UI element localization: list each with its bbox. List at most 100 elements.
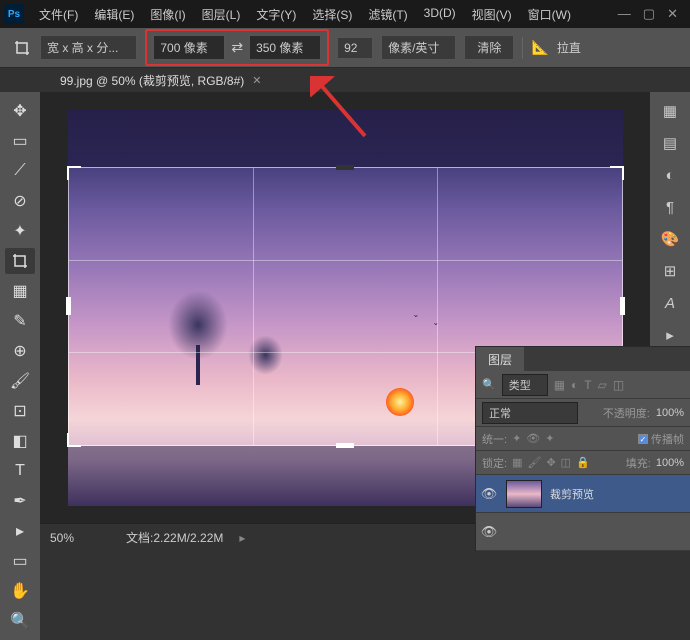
crop-handle-left[interactable]: [66, 297, 71, 315]
crop-height-input[interactable]: 350 像素: [249, 35, 321, 60]
clear-button[interactable]: 清除: [464, 35, 514, 60]
filter-type-icon[interactable]: T: [584, 378, 591, 392]
menu-image[interactable]: 图像(I): [143, 2, 192, 27]
blend-mode-select[interactable]: 正常: [482, 402, 578, 424]
lock-position-icon[interactable]: ✥: [546, 456, 555, 469]
menu-filter[interactable]: 滤镜(T): [361, 2, 414, 27]
shape-tool[interactable]: ▭: [5, 548, 35, 574]
filter-pixel-icon[interactable]: ▦: [554, 378, 565, 392]
tab-close-icon[interactable]: ✕: [252, 74, 261, 87]
magic-wand-tool[interactable]: ✦: [5, 218, 35, 244]
character-panel-icon[interactable]: A: [656, 290, 684, 316]
menu-select[interactable]: 选择(S): [305, 2, 359, 27]
actions-panel-icon[interactable]: ▸: [656, 322, 684, 348]
crop-handle-bottom[interactable]: [336, 443, 354, 448]
status-chevron-icon[interactable]: ▸: [239, 531, 245, 545]
adjustments-panel-icon[interactable]: ◐: [656, 162, 684, 188]
straighten-icon[interactable]: 📐: [531, 39, 548, 56]
lock-transparency-icon[interactable]: ▦: [512, 456, 522, 469]
filter-adjust-icon[interactable]: ◐: [571, 378, 578, 392]
eraser-tool[interactable]: ◧: [5, 428, 35, 454]
filter-shape-icon[interactable]: ▱: [598, 378, 607, 392]
type-tool[interactable]: T: [5, 458, 35, 484]
menu-3d[interactable]: 3D(D): [417, 2, 463, 27]
paragraph-panel-icon[interactable]: ¶: [656, 194, 684, 220]
menu-file[interactable]: 文件(F): [32, 2, 85, 27]
menu-type[interactable]: 文字(Y): [249, 2, 303, 27]
history-panel-icon[interactable]: ▦: [656, 98, 684, 124]
crop-preset-select[interactable]: 宽 x 高 x 分...: [40, 35, 137, 60]
lasso-tool[interactable]: ⟋: [5, 158, 35, 184]
opacity-value[interactable]: 100%: [656, 407, 684, 419]
lock-artboard-icon[interactable]: ◫: [561, 456, 571, 469]
pen-tool[interactable]: ✒: [5, 488, 35, 514]
straighten-label: 拉直: [557, 39, 581, 56]
unify-style-icon[interactable]: ✦: [545, 432, 554, 445]
menu-layer[interactable]: 图层(L): [195, 2, 248, 27]
path-select-tool[interactable]: ▸: [5, 518, 35, 544]
layers-unify-row: 统一: ✦ 👁 ✦ ✓ 传播帧: [476, 427, 690, 451]
document-info[interactable]: 文档:2.22M/2.22M: [126, 529, 223, 546]
crop-width-input[interactable]: 700 像素: [153, 35, 225, 60]
hand-tool[interactable]: ✋: [5, 578, 35, 604]
layer-row[interactable]: 👁 裁剪预览: [476, 475, 690, 513]
libraries-panel-icon[interactable]: ⊞: [656, 258, 684, 284]
resolution-input[interactable]: 92: [337, 37, 373, 59]
dimension-inputs-highlight: 700 像素 ⇄ 350 像素: [145, 29, 329, 66]
unify-position-icon[interactable]: ✦: [512, 432, 521, 445]
crop-handle-tl[interactable]: [67, 166, 81, 180]
crop-handle-bl[interactable]: [67, 433, 81, 447]
frame-tool[interactable]: ▦: [5, 278, 35, 304]
layers-blend-row: 正常 不透明度: 100%: [476, 399, 690, 427]
crop-handle-tr[interactable]: [610, 166, 624, 180]
layer-thumbnail[interactable]: [506, 480, 542, 508]
lock-all-icon[interactable]: 🔒: [576, 456, 590, 469]
crop-handle-right[interactable]: [620, 297, 625, 315]
maximize-button[interactable]: ▢: [643, 6, 655, 22]
menu-view[interactable]: 视图(V): [465, 2, 519, 27]
zoom-level[interactable]: 50%: [50, 531, 110, 545]
properties-panel-icon[interactable]: ▤: [656, 130, 684, 156]
crop-handle-top[interactable]: [336, 165, 354, 170]
opacity-label: 不透明度:: [603, 405, 650, 421]
move-tool[interactable]: ✥: [5, 98, 35, 124]
close-button[interactable]: ✕: [667, 6, 678, 22]
swatches-panel-icon[interactable]: 🎨: [656, 226, 684, 252]
filter-smart-icon[interactable]: ◫: [613, 378, 624, 392]
swap-dimensions-icon[interactable]: ⇄: [231, 39, 243, 56]
layers-panel: 图层 🔍 类型 ▦ ◐ T ▱ ◫ 正常 不透明度: 100% 统一: ✦ 👁 …: [475, 346, 690, 551]
layer-filter-kind-select[interactable]: 类型: [502, 374, 548, 396]
fill-value[interactable]: 100%: [656, 457, 684, 469]
zoom-tool[interactable]: 🔍: [5, 608, 35, 634]
quick-select-tool[interactable]: ⊘: [5, 188, 35, 214]
layer-visibility-icon[interactable]: 👁: [480, 486, 498, 502]
marquee-tool[interactable]: ▭: [5, 128, 35, 154]
unify-visibility-icon[interactable]: 👁: [526, 432, 540, 445]
crop-tool[interactable]: [5, 248, 35, 274]
crop-grid-line: [253, 168, 254, 445]
layer-name[interactable]: 裁剪预览: [550, 486, 594, 502]
layer-visibility-icon[interactable]: 👁: [480, 524, 498, 540]
propagate-checkbox[interactable]: ✓: [638, 434, 648, 444]
document-tab-title: 99.jpg @ 50% (裁剪预览, RGB/8#): [60, 72, 244, 89]
app-icon: Ps: [4, 4, 24, 24]
window-controls: — ▢ ✕: [618, 6, 686, 22]
tools-panel: ✥ ▭ ⟋ ⊘ ✦ ▦ ✎ ⊕ 🖌 ⊡ ◧ T ✒ ▸ ▭ ✋ 🔍: [0, 92, 40, 640]
layer-row[interactable]: 👁: [476, 513, 690, 551]
resolution-unit-select[interactable]: 像素/英寸: [381, 35, 456, 60]
healing-tool[interactable]: ⊕: [5, 338, 35, 364]
menu-window[interactable]: 窗口(W): [521, 2, 578, 27]
layers-tab[interactable]: 图层: [476, 347, 524, 372]
eyedropper-tool[interactable]: ✎: [5, 308, 35, 334]
unify-label: 统一:: [482, 431, 507, 447]
stamp-tool[interactable]: ⊡: [5, 398, 35, 424]
document-tab[interactable]: 99.jpg @ 50% (裁剪预览, RGB/8#) ✕: [50, 68, 271, 93]
crop-grid-line: [437, 168, 438, 445]
lock-image-icon[interactable]: 🖌: [527, 456, 541, 469]
brush-tool[interactable]: 🖌: [5, 368, 35, 394]
layers-panel-tabs: 图层: [476, 347, 690, 371]
menu-items: 文件(F) 编辑(E) 图像(I) 图层(L) 文字(Y) 选择(S) 滤镜(T…: [32, 2, 578, 27]
menu-edit[interactable]: 编辑(E): [87, 2, 141, 27]
minimize-button[interactable]: —: [618, 6, 631, 22]
divider: [522, 37, 523, 59]
